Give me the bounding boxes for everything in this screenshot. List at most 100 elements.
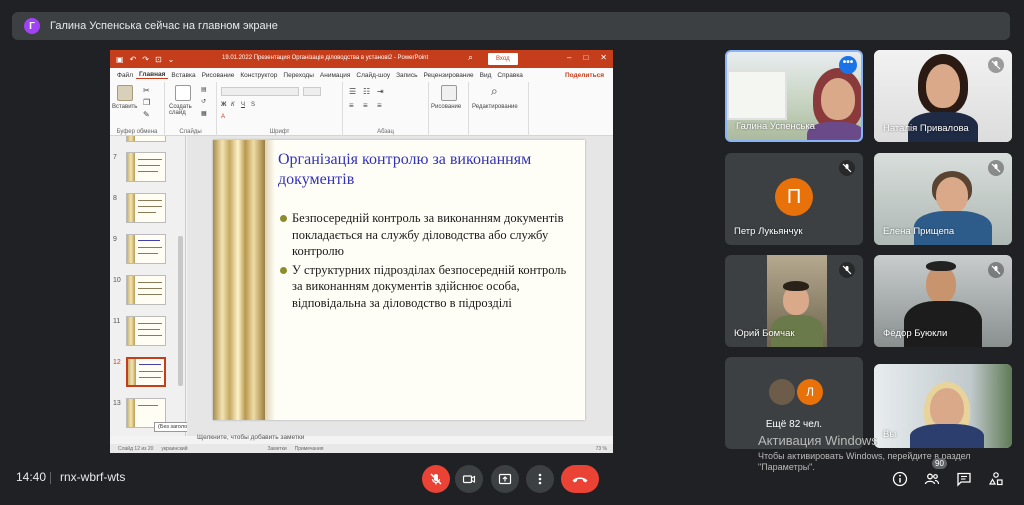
thumbnail-11[interactable]: 11: [110, 316, 185, 348]
slide-title[interactable]: Організація контролю за виконанням докум…: [278, 150, 578, 190]
section-icon[interactable]: ▦: [201, 110, 207, 117]
mic-toggle-button[interactable]: [422, 465, 450, 493]
maximize-icon[interactable]: □: [583, 53, 588, 62]
thumbnail-12[interactable]: 12: [110, 357, 185, 389]
search-icon[interactable]: ⌕: [468, 52, 473, 63]
font-size-combo[interactable]: [303, 87, 321, 96]
more-options-icon[interactable]: •••: [839, 56, 857, 74]
underline-icon[interactable]: Ч: [241, 102, 245, 108]
participant-tile[interactable]: П Петр Лукьянчук: [725, 153, 863, 245]
font-name-combo[interactable]: [221, 87, 299, 96]
editing-group: ⌕ Редактирование: [469, 82, 529, 136]
thumbnail-7[interactable]: 7: [110, 152, 185, 184]
participant-tile[interactable]: ••• Галина Успенська: [725, 50, 863, 142]
reset-icon[interactable]: ↺: [201, 98, 206, 105]
chat-icon: [957, 472, 971, 487]
thumbnail-8[interactable]: 8: [110, 193, 185, 225]
notes-pane[interactable]: Щелкните, чтобы добавить заметки: [187, 434, 613, 444]
tab-home[interactable]: Главная: [135, 71, 169, 79]
drawing-label[interactable]: Рисование: [431, 104, 461, 110]
thumbnails-scrollbar[interactable]: [178, 236, 183, 386]
thumbnail-9[interactable]: 9: [110, 234, 185, 266]
undo-icon[interactable]: ↶: [130, 55, 137, 64]
status-bar: Слайд 12 из 20 украинский Заметки Примеч…: [110, 444, 613, 453]
cut-icon[interactable]: ✂: [143, 86, 150, 95]
tab-transitions[interactable]: Переходы: [280, 72, 317, 79]
redo-icon[interactable]: ↷: [142, 55, 149, 64]
customize-toolbar-icon[interactable]: ⌄: [168, 55, 175, 64]
align-center-icon[interactable]: ≡: [363, 101, 368, 110]
window-title: 19.01.2022 Презентация Організація ділов…: [222, 55, 429, 61]
hang-up-icon: [572, 477, 588, 483]
participant-mini-avatar: Л: [797, 379, 823, 405]
paste-label[interactable]: Вставить: [112, 104, 137, 110]
activities-button[interactable]: [985, 468, 1007, 490]
participant-name: Фёдор Буюкли: [883, 328, 948, 339]
layout-icon[interactable]: ▤: [201, 86, 207, 93]
camera-toggle-button[interactable]: [455, 465, 483, 493]
chat-button[interactable]: [953, 468, 975, 490]
numbering-icon[interactable]: ☷: [363, 87, 370, 96]
tab-record[interactable]: Запись: [393, 72, 420, 79]
login-button[interactable]: Вход: [488, 53, 518, 65]
participant-avatar: П: [775, 178, 813, 216]
more-options-button[interactable]: [526, 465, 554, 493]
close-icon[interactable]: ✕: [600, 53, 607, 62]
align-right-icon[interactable]: ≡: [377, 101, 382, 110]
presenter-banner: Г Галина Успенська сейчас на главном экр…: [12, 12, 1010, 40]
participant-tile[interactable]: Фёдор Буюкли: [874, 255, 1012, 347]
language-indicator[interactable]: украинский: [161, 446, 187, 452]
people-button[interactable]: [921, 468, 943, 490]
slide-bullets[interactable]: Безпосередній контроль за виконанням док…: [280, 210, 576, 313]
shadow-icon[interactable]: S: [251, 102, 255, 108]
align-left-icon[interactable]: ≡: [349, 101, 354, 110]
thumbnail-10[interactable]: 10: [110, 275, 185, 307]
tab-animations[interactable]: Анимация: [317, 72, 354, 79]
slide-pillar-decoration: [213, 140, 275, 420]
leave-call-button[interactable]: [561, 465, 599, 493]
participant-name: Галина Успенська: [736, 121, 816, 132]
tab-design[interactable]: Конструктор: [237, 72, 280, 79]
tab-slideshow[interactable]: Слайд-шоу: [353, 72, 393, 79]
paste-icon[interactable]: [117, 85, 133, 101]
comments-toggle[interactable]: Примечания: [295, 446, 324, 452]
find-icon[interactable]: ⌕: [491, 84, 498, 99]
present-screen-button[interactable]: [491, 465, 519, 493]
format-painter-icon[interactable]: ✎: [143, 110, 150, 119]
tab-draw[interactable]: Рисование: [199, 72, 238, 79]
participant-tile[interactable]: Елена Прищепа: [874, 153, 1012, 245]
shapes-icon[interactable]: [441, 85, 457, 101]
save-icon[interactable]: ▣: [116, 55, 124, 64]
indent-icon[interactable]: ⇥: [377, 87, 384, 96]
participant-tile[interactable]: Юрий Бомчак: [725, 255, 863, 347]
notes-toggle[interactable]: Заметки: [267, 446, 286, 452]
tab-file[interactable]: Файл: [114, 72, 136, 79]
ribbon-tabs: Файл Главная Вставка Рисование Конструкт…: [110, 68, 613, 82]
meeting-details-button[interactable]: [889, 468, 911, 490]
new-slide-icon[interactable]: [175, 85, 191, 101]
bullets-icon[interactable]: ☰: [349, 87, 356, 96]
editing-label[interactable]: Редактирование: [472, 104, 518, 110]
tab-insert[interactable]: Вставка: [168, 72, 198, 79]
copy-icon[interactable]: ❐: [143, 98, 150, 107]
tab-view[interactable]: Вид: [477, 72, 495, 79]
bullet-item: Безпосередній контроль за виконанням док…: [280, 210, 576, 260]
italic-icon[interactable]: К: [231, 102, 235, 108]
zoom-level[interactable]: 73 %: [596, 446, 607, 452]
minimize-icon[interactable]: –: [567, 53, 571, 62]
participant-tile[interactable]: Наталія Привалова: [874, 50, 1012, 142]
bold-icon[interactable]: Ж: [221, 102, 226, 108]
mic-off-icon: [430, 473, 442, 485]
tab-review[interactable]: Рецензирование: [420, 72, 476, 79]
tab-help[interactable]: Справка: [494, 72, 526, 79]
mic-off-icon: [988, 160, 1004, 176]
activities-icon: [988, 472, 1003, 486]
current-slide[interactable]: Організація контролю за виконанням докум…: [213, 140, 585, 420]
share-button[interactable]: Поделиться: [562, 72, 607, 79]
windows-activation-watermark: Активация Windows Чтобы активировать Win…: [758, 433, 1018, 473]
camera-icon: [462, 475, 476, 484]
font-color-icon[interactable]: A: [221, 114, 225, 120]
clipboard-group-label: Буфер обмена: [116, 129, 158, 135]
start-slideshow-icon[interactable]: ⊡: [155, 55, 162, 64]
new-slide-label[interactable]: Создать слайд: [169, 104, 197, 116]
